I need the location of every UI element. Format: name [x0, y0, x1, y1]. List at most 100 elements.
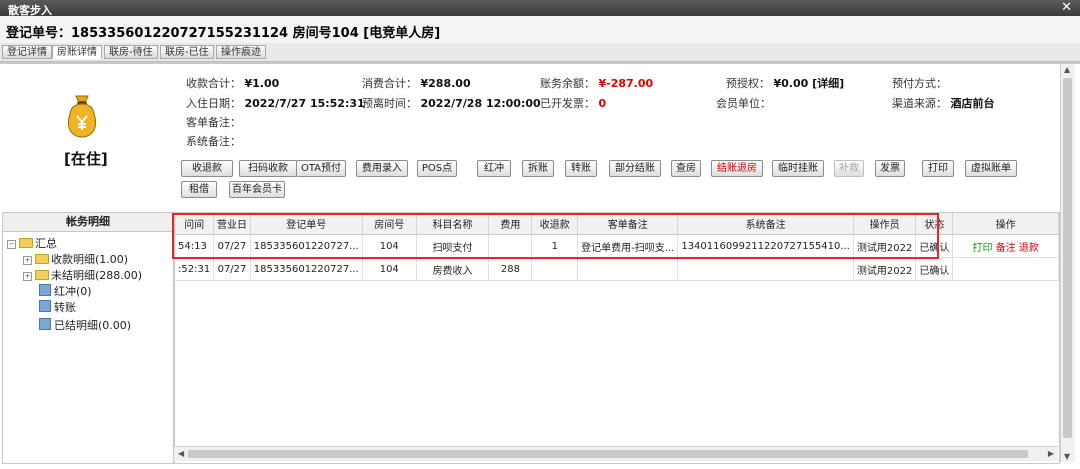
cell-actions: 打印 备注 退款 — [952, 234, 1059, 258]
cell-operator: 测试用2022 — [853, 234, 917, 258]
total-consumption: 消费合计： ¥288.00 — [362, 77, 471, 90]
cell-guest-remark: 登记单费用-扫呗支... — [577, 234, 679, 258]
checkout-button[interactable]: 结账退房 — [711, 160, 763, 177]
cell-guest-remark — [577, 257, 679, 281]
cell-refund — [531, 257, 579, 281]
horizontal-scroll-thumb[interactable] — [188, 450, 1028, 458]
member-unit: 会员单位： — [716, 97, 771, 110]
registration-header: 登记单号：185335601220727155231124 房间号104 [电竞… — [0, 16, 1080, 44]
tree-item-settled[interactable]: 已结明细(0.00) — [39, 317, 131, 333]
refund-link[interactable]: 退款 — [1019, 243, 1039, 254]
account-table: 问间 营业日 登记单号 房间号 科目名称 费用 收退款 客单备注 系统备注 操作… — [174, 212, 1060, 464]
scroll-left-icon[interactable]: ◀ — [178, 449, 184, 458]
print-button[interactable]: 打印 — [922, 160, 954, 177]
fee-entry-button[interactable]: 费用录入 — [356, 160, 408, 177]
cell-business-day: 07/27 — [213, 234, 251, 258]
tree-item-red-offset[interactable]: 红冲(0) — [39, 283, 92, 299]
money-bag-icon — [67, 95, 97, 138]
col-actions[interactable]: 操作 — [952, 213, 1059, 235]
tree-item-receipts[interactable]: + 收款明细(1.00) — [23, 251, 128, 267]
window-titlebar: 散客步入 ✕ — [0, 0, 1080, 17]
col-fee[interactable]: 费用 — [488, 213, 533, 235]
remark-link[interactable]: 备注 — [996, 243, 1016, 254]
col-status[interactable]: 状态 — [915, 213, 954, 235]
rental-button[interactable]: 租借 — [181, 181, 217, 198]
scroll-down-icon[interactable]: ▼ — [1064, 452, 1070, 461]
guest-status: [在住] — [64, 150, 108, 168]
vertical-scrollbar[interactable]: ▲ ▼ — [1060, 64, 1075, 462]
expand-icon[interactable]: + — [23, 256, 32, 265]
ota-prepay-button[interactable]: OTA预付 — [296, 160, 346, 177]
tab-linked-pending[interactable]: 联房-待住 — [104, 45, 158, 59]
cell-registration-no: 1853356012207​27... — [250, 257, 363, 281]
cell-fee — [488, 234, 533, 258]
pre-authorization[interactable]: 预授权： ¥0.00 [详细] — [726, 75, 844, 91]
cell-room-no: 104 — [362, 234, 417, 258]
partial-checkout-button[interactable]: 部分结账 — [609, 160, 661, 177]
print-link[interactable]: 打印 — [973, 243, 993, 254]
collapse-icon[interactable]: − — [7, 240, 16, 249]
divider — [0, 62, 1080, 64]
tab-room-account-details[interactable]: 房账详情 — [52, 45, 102, 59]
table-row[interactable]: :52:31 07/27 1853356012207​27... 104 房费收… — [175, 257, 1059, 281]
member-card-button[interactable]: 百年会员卡 — [229, 181, 285, 198]
virtual-bill-button[interactable]: 虚拟账单 — [965, 160, 1017, 177]
folder-icon — [35, 270, 49, 280]
horizontal-scrollbar[interactable]: ◀ ▶ — [174, 446, 1058, 461]
total-received: 收款合计： ¥1.00 — [186, 77, 280, 90]
scroll-up-icon[interactable]: ▲ — [1064, 65, 1070, 74]
remedy-button[interactable]: 补救 — [834, 160, 864, 177]
tab-registration-details[interactable]: 登记详情 — [2, 45, 52, 59]
grid-icon — [39, 318, 51, 330]
tree-item-unsettled[interactable]: + 未结明细(288.00) — [23, 267, 142, 283]
tab-operation-trace[interactable]: 操作痕迹 — [216, 45, 266, 59]
cell-room-no: 104 — [362, 257, 417, 281]
scroll-right-icon[interactable]: ▶ — [1048, 449, 1054, 458]
vertical-scroll-thumb[interactable] — [1063, 78, 1072, 438]
refund-collect-button[interactable]: 收退款 — [181, 160, 233, 177]
expand-icon[interactable]: + — [23, 272, 32, 281]
cell-status: 已确认 — [915, 257, 954, 281]
cell-operator: 测试用2022 — [853, 257, 917, 281]
tab-linked-stayed[interactable]: 联房-已住 — [160, 45, 214, 59]
check-room-button[interactable]: 查房 — [671, 160, 701, 177]
col-registration-no[interactable]: 登记单号 — [250, 213, 363, 235]
cell-business-day: 07/27 — [213, 257, 251, 281]
red-offset-button[interactable]: 红冲 — [477, 160, 511, 177]
col-time[interactable]: 问间 — [175, 213, 215, 235]
invoice-button[interactable]: 发票 — [875, 160, 905, 177]
col-guest-remark[interactable]: 客单备注 — [577, 213, 679, 235]
prepay-method: 预付方式： — [892, 77, 947, 90]
tree-root[interactable]: − 汇总 — [7, 235, 57, 251]
guest-remark: 客单备注： — [186, 116, 241, 129]
cell-registration-no: 1853356012207​27... — [250, 234, 363, 258]
col-room-no[interactable]: 房间号 — [362, 213, 417, 235]
expected-departure: 预离时间： 2022/7/28 12:00:00 — [362, 97, 541, 110]
cell-time: :52:31 — [175, 257, 215, 281]
pos-button[interactable]: POS点 — [417, 160, 457, 177]
col-subject[interactable]: 科目名称 — [416, 213, 490, 235]
cell-system-remark — [677, 257, 854, 281]
grid-icon — [39, 300, 51, 312]
col-system-remark[interactable]: 系统备注 — [677, 213, 854, 235]
temp-credit-button[interactable]: 临时挂账 — [772, 160, 824, 177]
close-icon[interactable]: ✕ — [1061, 0, 1072, 15]
table-row[interactable]: 54:13 07/27 1853356012207​27... 104 扫呗支付… — [175, 234, 1059, 258]
system-remark: 系统备注： — [186, 135, 241, 148]
ledger-table: 问间 营业日 登记单号 房间号 科目名称 费用 收退款 客单备注 系统备注 操作… — [175, 213, 1059, 281]
split-account-button[interactable]: 拆账 — [522, 160, 554, 177]
tree-item-transfer[interactable]: 转账 — [39, 299, 76, 315]
folder-icon — [35, 254, 49, 264]
col-operator[interactable]: 操作员 — [853, 213, 917, 235]
account-details-title: 帐务明细 — [3, 213, 173, 232]
channel-source: 渠道来源： 酒店前台 — [892, 97, 995, 110]
account-details-pane: 帐务明细 − 汇总 + 收款明细(1.00) + 未结明细(288.00) 红冲(0)… — [2, 212, 174, 464]
col-business-day[interactable]: 营业日 — [213, 213, 251, 235]
folder-icon — [19, 238, 33, 248]
cell-subject: 房费收入 — [416, 257, 490, 281]
transfer-button[interactable]: 转账 — [565, 160, 597, 177]
grid-icon — [39, 284, 51, 296]
registration-title: 登记单号：185335601220727155231124 房间号104 [电竞… — [6, 26, 441, 41]
col-refund[interactable]: 收退款 — [531, 213, 579, 235]
scan-collect-button[interactable]: 扫码收款 — [239, 160, 297, 177]
